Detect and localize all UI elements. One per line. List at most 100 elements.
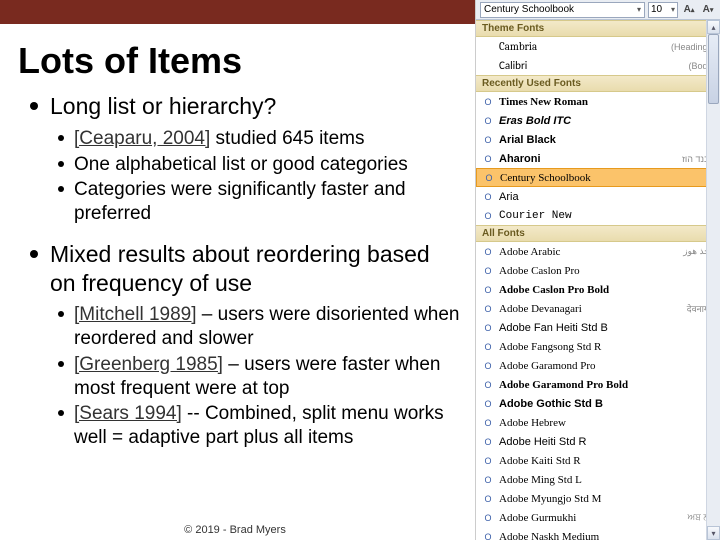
citation-link[interactable]: [Greenberg 1985] [74, 354, 223, 375]
font-section-header: All Fonts [476, 225, 720, 242]
font-item[interactable]: O Adobe Heiti Std R [476, 432, 720, 451]
font-section-header: Theme Fonts [476, 20, 720, 37]
bullet-text: Long list or hierarchy? [50, 92, 276, 121]
opentype-icon: O [481, 192, 495, 202]
opentype-icon: O [481, 494, 495, 504]
font-item[interactable]: OAdobe Caslon Pro [476, 261, 720, 280]
font-size-value: 10 [651, 4, 662, 15]
font-item-name: Adobe Myungjo Std M [499, 493, 715, 505]
chevron-down-icon: ▾ [637, 5, 641, 14]
opentype-icon: O [481, 211, 495, 221]
font-item-name: Adobe Caslon Pro [499, 265, 715, 277]
sub-bullet-text: [Ceaparu, 2004] studied 645 items [74, 127, 364, 151]
opentype-icon: O [481, 513, 495, 523]
font-item-name: Adobe Garamond Pro Bold [499, 379, 715, 391]
font-item[interactable]: Cambria(Headings) [476, 37, 720, 56]
bullet-icon [58, 161, 64, 167]
scroll-thumb[interactable] [708, 34, 719, 104]
opentype-icon: O [481, 532, 495, 542]
font-item[interactable]: OAdobe Ming Std L [476, 470, 720, 489]
grow-font-button[interactable]: A▴ [681, 2, 697, 18]
shrink-font-button[interactable]: A▾ [700, 2, 716, 18]
scroll-track[interactable] [707, 34, 720, 526]
citation-link[interactable]: [Ceaparu, 2004] [74, 128, 210, 149]
sub-bullet-text: [Greenberg 1985] – users were faster whe… [74, 353, 460, 401]
opentype-icon: O [481, 116, 495, 126]
font-item-name: Calibri [499, 59, 688, 72]
font-item-name: Adobe Kaiti Std R [499, 455, 715, 467]
font-item-name: Arial Black [499, 134, 715, 146]
bullet-icon [58, 311, 64, 317]
font-item-name: Adobe Arabic [499, 246, 683, 258]
bullet-icon [58, 361, 64, 367]
scroll-up-button[interactable]: ▴ [707, 20, 720, 34]
font-item[interactable]: O Adobe Caslon Pro Bold [476, 280, 720, 299]
font-toolbar: Century Schoolbook ▾ 10 ▾ A▴ A▾ [476, 0, 720, 20]
font-size-combo[interactable]: 10 ▾ [648, 2, 678, 18]
font-item[interactable]: Calibri(Body) [476, 56, 720, 75]
font-item[interactable]: OAdobe Gurmukhiਅਬ ਲਹ [476, 508, 720, 527]
font-item-name: Adobe Ming Std L [499, 474, 715, 486]
bullet-icon [58, 135, 64, 141]
font-item[interactable]: OAria [476, 187, 720, 206]
font-item[interactable]: OAdobe Arabicأيجذ هوز [476, 242, 720, 261]
bullet-icon [30, 102, 38, 110]
sub-bullet-rest: studied 645 items [210, 128, 364, 149]
font-item-name: Times New Roman [499, 96, 715, 108]
opentype-icon: O [481, 247, 495, 257]
font-item[interactable]: O Adobe Kaiti Std R [476, 451, 720, 470]
bullet-icon [58, 410, 64, 416]
bullet-icon [58, 186, 64, 192]
font-name-value: Century Schoolbook [484, 4, 574, 15]
opentype-icon: O [481, 154, 495, 164]
font-item[interactable]: OAdobe Devanagariदेवनागरी [476, 299, 720, 318]
font-dropdown-panel: Century Schoolbook ▾ 10 ▾ A▴ A▾ Theme Fo… [475, 0, 720, 540]
font-item-name: Courier New [499, 210, 715, 222]
font-item[interactable]: OAdobe Fangsong Std R [476, 337, 720, 356]
font-item-name: Adobe Garamond Pro [499, 360, 715, 372]
font-item[interactable]: O Courier New [476, 206, 720, 225]
font-item[interactable]: OCentury Schoolbook [476, 168, 720, 187]
slide-footer: © 2019 - Brad Myers [0, 524, 470, 536]
opentype-icon: O [481, 342, 495, 352]
sub-bullet-text: [Sears 1994] -- Combined, split menu wor… [74, 402, 460, 450]
font-name-combo[interactable]: Century Schoolbook ▾ [480, 2, 645, 18]
font-item[interactable]: OAdobe Hebrew [476, 413, 720, 432]
font-item[interactable]: O Adobe Gothic Std B [476, 394, 720, 413]
opentype-icon: O [481, 97, 495, 107]
font-item[interactable]: O Adobe Garamond Pro [476, 356, 720, 375]
font-item-name: Adobe Caslon Pro Bold [499, 284, 715, 296]
opentype-icon: O [481, 456, 495, 466]
sub-bullet-text: [Mitchell 1989] – users were disoriented… [74, 303, 460, 351]
font-item-name: Adobe Heiti Std R [499, 436, 715, 448]
font-item[interactable]: O Adobe Myungjo Std M [476, 489, 720, 508]
font-item[interactable]: O Times New Roman [476, 92, 720, 111]
font-item[interactable]: OAharoniאבנד הוז [476, 149, 720, 168]
opentype-icon: O [481, 361, 495, 371]
font-item-name: Eras Bold ITC [499, 115, 715, 127]
citation-link[interactable]: [Sears 1994] [74, 403, 182, 424]
font-item-name: Adobe Gurmukhi [499, 512, 688, 524]
opentype-icon: O [481, 437, 495, 447]
font-item[interactable]: O Eras Bold ITC [476, 111, 720, 130]
font-item-name: Adobe Fan Heiti Std B [499, 322, 715, 334]
font-item[interactable]: OArial Black [476, 130, 720, 149]
slide-body: Long list or hierarchy? [Ceaparu, 2004] … [0, 92, 470, 458]
font-item-name: Adobe Gothic Std B [499, 398, 715, 410]
sub-bullet-text: Categories were significantly faster and… [74, 178, 460, 226]
opentype-icon: O [481, 380, 495, 390]
opentype-icon: O [481, 399, 495, 409]
scrollbar[interactable]: ▴ ▾ [706, 20, 720, 540]
opentype-icon: O [481, 285, 495, 295]
opentype-icon: O [481, 418, 495, 428]
font-item[interactable]: OAdobe Fan Heiti Std B [476, 318, 720, 337]
font-item-name: Adobe Devanagari [499, 303, 687, 315]
font-item[interactable]: O Adobe Naskh Medium [476, 527, 720, 546]
sub-bullet-text: One alphabetical list or good categories [74, 153, 408, 177]
scroll-down-button[interactable]: ▾ [707, 526, 720, 540]
font-item-name: Adobe Naskh Medium [499, 531, 715, 543]
citation-link[interactable]: [Mitchell 1989] [74, 304, 197, 325]
bullet-icon [30, 250, 38, 258]
font-item[interactable]: O Adobe Garamond Pro Bold [476, 375, 720, 394]
font-item-name: Century Schoolbook [500, 172, 714, 184]
